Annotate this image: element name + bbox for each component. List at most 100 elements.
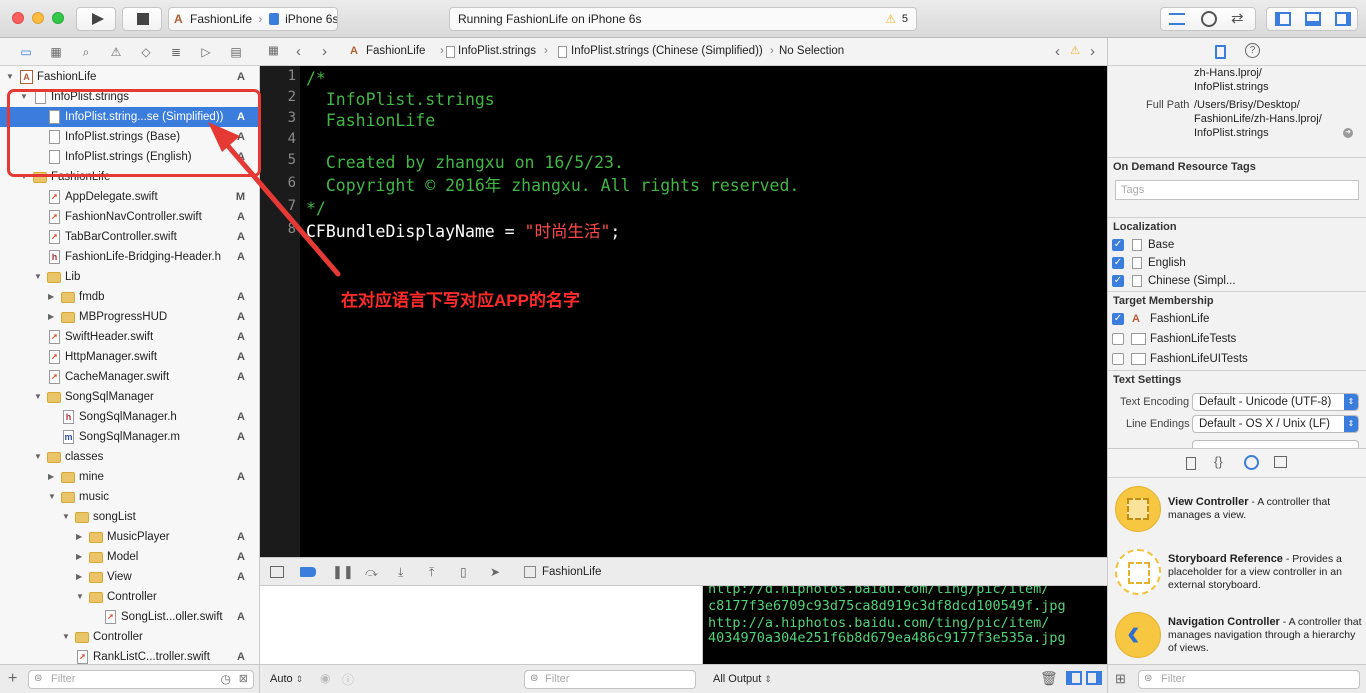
library-filter-field[interactable]: ⊜ Filter: [1138, 670, 1360, 689]
version-editor-icon[interactable]: ⇄: [1231, 9, 1244, 27]
disclosure-closed-icon[interactable]: ▶: [48, 307, 58, 327]
variables-filter-field[interactable]: ⊜ Filter: [524, 670, 696, 689]
tree-row-group[interactable]: ▼ Controller: [0, 587, 259, 607]
step-into-icon[interactable]: ⤓: [398, 565, 403, 579]
minimize-window-button[interactable]: [32, 12, 44, 24]
tree-row[interactable]: ➚ SongList...oller.swift A: [0, 607, 259, 627]
add-icon[interactable]: +: [8, 670, 17, 688]
view-hierarchy-icon[interactable]: ▯: [460, 565, 467, 579]
previous-issue-icon[interactable]: ‹: [1055, 38, 1060, 65]
reveal-in-finder-icon[interactable]: ➔: [1343, 128, 1353, 138]
tree-row-group[interactable]: ▼ Controller: [0, 627, 259, 647]
debug-target-label[interactable]: FashionLife: [542, 565, 601, 579]
issue-icon[interactable]: ⚠: [108, 45, 124, 59]
warning-count[interactable]: 5: [902, 8, 908, 30]
disclosure-open-icon[interactable]: ▼: [76, 587, 86, 607]
close-window-button[interactable]: [12, 12, 24, 24]
forward-icon[interactable]: ›: [322, 38, 327, 65]
related-items-icon[interactable]: ▦: [268, 38, 279, 65]
disclosure-closed-icon[interactable]: ▶: [76, 527, 86, 547]
target-row-uitests[interactable]: FashionLifeUITests: [1108, 350, 1366, 368]
checkbox[interactable]: ✓: [1112, 275, 1124, 287]
utilities-toggle-icon[interactable]: [1335, 12, 1351, 26]
text-encoding-popup[interactable]: Default - Unicode (UTF-8) ⇕: [1192, 393, 1359, 411]
file-inspector-icon[interactable]: [1215, 45, 1226, 59]
file-template-icon[interactable]: [1186, 457, 1196, 470]
breadcrumb-file[interactable]: InfoPlist.strings: [458, 38, 536, 65]
tree-row[interactable]: ➚ CacheManager.swift A: [0, 367, 259, 387]
debug-navigator-icon[interactable]: ≣: [168, 45, 184, 59]
library-item-view-controller[interactable]: View Controller - A controller that mana…: [1108, 482, 1366, 544]
tree-row-group[interactable]: ▶ MusicPlayer A: [0, 527, 259, 547]
localization-row-base[interactable]: ✓ Base: [1108, 236, 1366, 254]
warning-icon[interactable]: ⚠: [1070, 38, 1080, 65]
back-icon[interactable]: ‹: [296, 38, 301, 65]
tree-row[interactable]: h SongSqlManager.h A: [0, 407, 259, 427]
eye-icon[interactable]: ◉: [320, 671, 330, 685]
location-icon[interactable]: ➤: [490, 565, 500, 579]
disclosure-closed-icon[interactable]: ▶: [76, 547, 86, 567]
checkbox[interactable]: ✓: [1112, 239, 1124, 251]
variables-view-toggle-icon[interactable]: [1066, 671, 1082, 685]
tree-row[interactable]: ➚ TabBarController.swift A: [0, 227, 259, 247]
code-snippet-icon[interactable]: {}: [1214, 454, 1223, 469]
console-view-toggle-icon[interactable]: [1086, 671, 1102, 685]
breadcrumb-selection[interactable]: No Selection: [779, 38, 844, 65]
line-endings-popup[interactable]: Default - OS X / Unix (LF) ⇕: [1192, 415, 1359, 433]
grid-view-icon[interactable]: ⊞: [1115, 671, 1126, 687]
disclosure-open-icon[interactable]: ▼: [62, 627, 72, 647]
target-row-app[interactable]: ✓ A FashionLife: [1108, 310, 1366, 328]
filter-field[interactable]: ⊜ Filter ◷ ⊠: [28, 670, 254, 689]
quick-help-icon[interactable]: ?: [1245, 43, 1260, 58]
trash-icon[interactable]: 🗑: [1040, 670, 1058, 687]
variables-view[interactable]: [260, 586, 703, 664]
checkbox[interactable]: ✓: [1112, 257, 1124, 269]
info-icon[interactable]: ⓘ: [342, 671, 354, 688]
disclosure-open-icon[interactable]: ▼: [34, 267, 44, 287]
tree-row-project[interactable]: ▼ A FashionLife A: [0, 67, 259, 87]
tree-row[interactable]: ➚ AppDelegate.swift M: [0, 187, 259, 207]
recent-files-icon[interactable]: ◷: [221, 672, 231, 686]
checkbox[interactable]: ✓: [1112, 313, 1124, 325]
localization-row-chinese[interactable]: ✓ Chinese (Simpl...: [1108, 272, 1366, 290]
tree-row-group[interactable]: ▼ songList: [0, 507, 259, 527]
breadcrumb-localization[interactable]: InfoPlist.strings (Chinese (Simplified)): [571, 38, 763, 65]
tree-row-group[interactable]: ▶ MBProgressHUD A: [0, 307, 259, 327]
breakpoint-icon[interactable]: ▷: [198, 45, 214, 59]
library-item-storyboard-reference[interactable]: Storyboard Reference - Provides a placeh…: [1108, 545, 1366, 607]
tree-row-group[interactable]: ▼ music: [0, 487, 259, 507]
checkbox[interactable]: [1112, 333, 1124, 345]
auto-variables-popup[interactable]: Auto ⇕: [270, 673, 303, 685]
disclosure-closed-icon[interactable]: ▶: [48, 287, 58, 307]
tree-row[interactable]: ➚ SwiftHeader.swift A: [0, 327, 259, 347]
tree-row[interactable]: ➚ HttpManager.swift A: [0, 347, 259, 367]
library-item-navigation-controller[interactable]: ‹ Navigation Controller - A controller t…: [1108, 608, 1366, 670]
breakpoints-active-icon[interactable]: [300, 567, 316, 577]
tree-row-group[interactable]: ▼ Lib: [0, 267, 259, 287]
tree-row-group[interactable]: ▶ mine A: [0, 467, 259, 487]
disclosure-open-icon[interactable]: ▼: [34, 387, 44, 407]
console-output[interactable]: http://d.hiphotos.baidu.com/ting/pic/ite…: [703, 586, 1107, 664]
breadcrumb-project[interactable]: FashionLife: [366, 38, 425, 65]
disclosure-closed-icon[interactable]: ▶: [76, 567, 86, 587]
hide-debug-area-icon[interactable]: [270, 566, 284, 578]
disclosure-open-icon[interactable]: ▼: [62, 507, 72, 527]
disclosure-open-icon[interactable]: ▼: [48, 487, 58, 507]
tree-row[interactable]: ➚ RankListC...troller.swift A: [0, 647, 259, 664]
step-over-icon[interactable]: ⤼: [365, 565, 378, 579]
step-out-icon[interactable]: ⤒: [429, 565, 434, 579]
output-popup[interactable]: All Output ⇕: [713, 673, 772, 685]
search-icon[interactable]: ⌕: [78, 45, 94, 59]
source-editor[interactable]: 1 2 3 4 5 6 7 8 /* InfoPlist.strings Fas…: [260, 66, 1107, 557]
localization-row-english[interactable]: ✓ English: [1108, 254, 1366, 272]
standard-editor-icon[interactable]: [1169, 13, 1185, 25]
disclosure-closed-icon[interactable]: ▶: [48, 467, 58, 487]
media-library-icon[interactable]: [1274, 456, 1287, 468]
tags-field[interactable]: Tags: [1115, 180, 1359, 200]
next-issue-icon[interactable]: ›: [1090, 38, 1095, 65]
folder-icon[interactable]: ▭: [18, 45, 34, 59]
tree-row[interactable]: m SongSqlManager.m A: [0, 427, 259, 447]
pause-icon[interactable]: ❚❚: [332, 565, 354, 579]
disclosure-open-icon[interactable]: ▼: [6, 67, 16, 87]
disclosure-open-icon[interactable]: ▼: [34, 447, 44, 467]
